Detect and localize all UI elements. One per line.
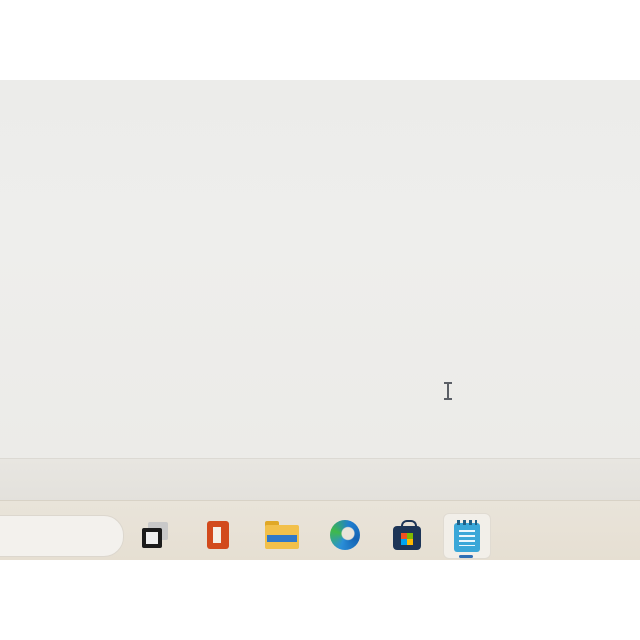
text-cursor-icon — [444, 382, 452, 400]
notepad-text-area[interactable] — [0, 80, 640, 458]
microsoft-store-button[interactable] — [384, 513, 430, 557]
task-view-button[interactable] — [133, 513, 179, 557]
taskbar-search-box[interactable] — [0, 515, 124, 557]
photo-frame — [0, 0, 640, 640]
screen — [0, 80, 640, 560]
file-explorer-button[interactable] — [259, 513, 305, 557]
edge-browser-icon — [330, 520, 360, 550]
taskbar — [0, 500, 640, 560]
task-view-icon — [142, 522, 170, 548]
status-bar — [0, 458, 640, 501]
office-button[interactable] — [196, 513, 242, 557]
active-app-indicator — [459, 555, 473, 558]
edge-browser-button[interactable] — [322, 513, 368, 557]
file-explorer-icon — [265, 521, 299, 549]
microsoft-store-icon — [393, 520, 421, 550]
notepad-icon — [454, 520, 480, 552]
office-icon — [207, 521, 231, 549]
notepad-button[interactable] — [443, 513, 491, 559]
